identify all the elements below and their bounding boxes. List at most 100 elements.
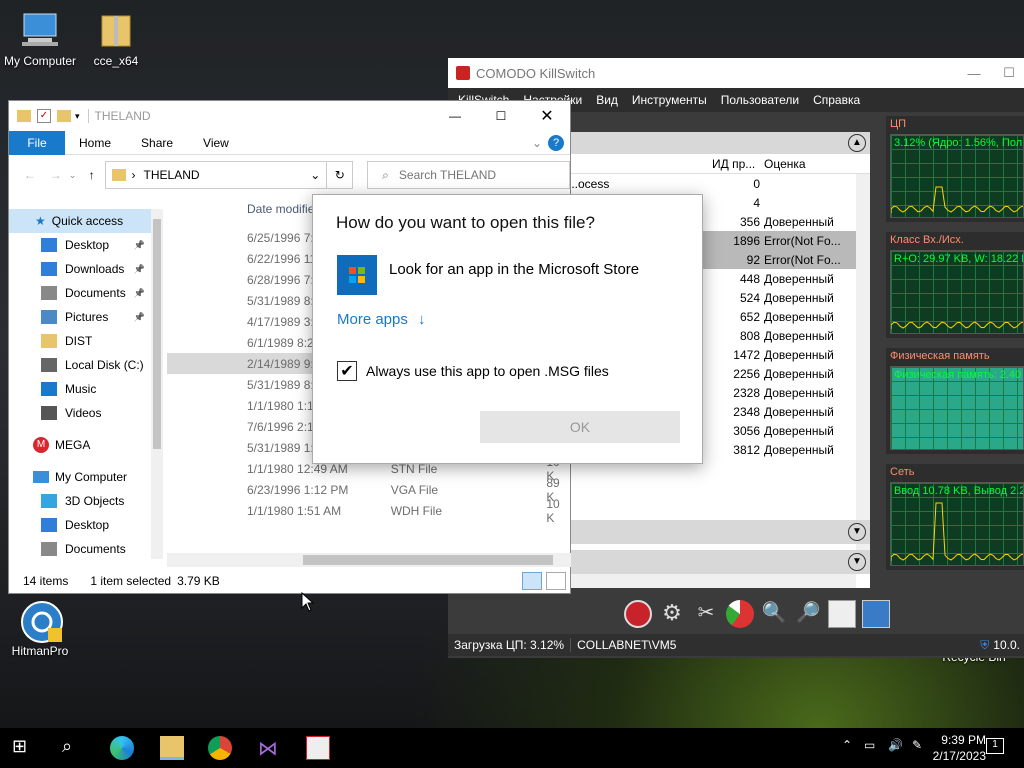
- chrome-icon[interactable]: [208, 736, 232, 760]
- store-option-label: Look for an app in the Microsoft Store: [389, 260, 640, 278]
- nav-item[interactable]: Videos: [9, 401, 163, 425]
- process-pid: 1896: [733, 233, 760, 248]
- new-folder-icon[interactable]: [57, 110, 71, 122]
- graph-body: Физическая память: 2.40: [890, 366, 1024, 450]
- process-rating: Доверенный: [764, 404, 834, 419]
- menu-tools[interactable]: Инструменты: [632, 93, 707, 107]
- minimize-button[interactable]: —: [432, 109, 478, 123]
- tab-home[interactable]: Home: [79, 136, 111, 150]
- properties-icon[interactable]: ✓: [37, 109, 51, 123]
- desktop-icon-my-computer[interactable]: My Computer: [0, 10, 80, 68]
- microsoft-store-icon: [337, 255, 377, 295]
- nav-mega[interactable]: M MEGA: [9, 433, 163, 457]
- search-icon[interactable]: ⌕: [62, 736, 86, 760]
- store-option[interactable]: Look for an app in the Microsoft Store: [337, 255, 639, 295]
- process-scrollbar[interactable]: [856, 174, 870, 574]
- desktop-icon-cce[interactable]: cce_x64: [76, 10, 156, 68]
- tab-share[interactable]: Share: [141, 136, 173, 150]
- search-box[interactable]: ⌕: [367, 161, 571, 189]
- collapse-down-icon[interactable]: ▼: [848, 523, 866, 541]
- gear-icon[interactable]: ⚙: [658, 600, 686, 628]
- file-hscroll[interactable]: [167, 553, 571, 567]
- always-use-checkbox-row[interactable]: ✔ Always use this app to open .MSG files: [337, 361, 609, 381]
- nav-item[interactable]: Music: [9, 377, 163, 401]
- details-view-icon[interactable]: [522, 572, 542, 590]
- tab-view[interactable]: View: [203, 136, 229, 150]
- comodo-killswitch-icon[interactable]: [306, 736, 330, 760]
- maximize-button[interactable]: ☐: [478, 109, 524, 123]
- desktop-icon-hitmanpro[interactable]: HitmanPro: [0, 600, 80, 658]
- up-icon[interactable]: ↑: [79, 168, 105, 182]
- pen-icon[interactable]: ✎: [912, 738, 922, 752]
- collapse-down-icon[interactable]: ▼: [848, 553, 866, 571]
- forward-icon[interactable]: →: [43, 168, 69, 182]
- address-bar[interactable]: › THELAND ⌄: [104, 161, 328, 189]
- ok-button[interactable]: OK: [480, 411, 680, 443]
- close-button[interactable]: ✕: [524, 106, 570, 126]
- process-rating: Доверенный: [764, 442, 834, 457]
- pin-icon[interactable]: 📌: [134, 312, 145, 323]
- dropdown-icon[interactable]: ⌄: [69, 170, 79, 181]
- explorer-statusbar: 14 items 1 item selected 3.79 KB: [9, 569, 570, 593]
- process-pid: 524: [739, 290, 760, 305]
- help-icon[interactable]: ?: [548, 134, 564, 151]
- qat-dropdown-icon[interactable]: ▾: [75, 111, 80, 122]
- always-use-checkbox[interactable]: ✔: [337, 361, 357, 381]
- nav-quick-access[interactable]: ★ Quick access: [9, 209, 163, 233]
- file-explorer-icon[interactable]: [160, 736, 184, 760]
- maximize-button[interactable]: ☐: [994, 65, 1024, 81]
- window-icon[interactable]: [828, 600, 856, 628]
- nav-item[interactable]: Pictures 📌: [9, 305, 163, 329]
- volume-icon[interactable]: 🔊: [888, 738, 903, 752]
- process-pid: 652: [739, 309, 760, 324]
- nav-item[interactable]: Desktop 📌: [9, 233, 163, 257]
- network-icon[interactable]: ▭: [864, 738, 875, 752]
- file-row[interactable]: 6/23/1996 1:12 PM VGA File 89 K: [167, 476, 571, 504]
- scan-icon[interactable]: 🔎: [794, 600, 822, 628]
- pin-icon[interactable]: 📌: [134, 264, 145, 275]
- start-button[interactable]: ⊞: [12, 736, 36, 760]
- graph-body: Ввод 10.78 KB, Вывод 2.2: [890, 482, 1024, 566]
- menu-help[interactable]: Справка: [813, 93, 860, 107]
- file-row[interactable]: 1/1/1980 1:51 AM WDH File 10 K: [167, 497, 571, 525]
- clock[interactable]: 9:39 PM 2/17/2023: [930, 732, 986, 764]
- nav-scrollbar[interactable]: [151, 209, 163, 559]
- nav-label: Documents: [65, 542, 126, 556]
- pin-icon[interactable]: 📌: [134, 240, 145, 251]
- menu-view[interactable]: Вид: [596, 93, 618, 107]
- tray-chevron-icon[interactable]: ⌃: [842, 738, 852, 752]
- minimize-button[interactable]: —: [954, 66, 994, 81]
- tab-file[interactable]: File: [9, 130, 65, 155]
- nav-item[interactable]: Desktop: [9, 513, 163, 537]
- column-rating[interactable]: Оценка: [764, 157, 806, 171]
- nav-item[interactable]: Downloads 📌: [9, 257, 163, 281]
- process-pid: 1472: [733, 347, 760, 362]
- graph-title: ЦП: [890, 118, 907, 130]
- back-icon[interactable]: ←: [17, 168, 43, 182]
- pin-icon[interactable]: 📌: [134, 288, 145, 299]
- chevron-down-icon[interactable]: ⌄: [310, 168, 320, 182]
- tools-icon[interactable]: ✂: [692, 600, 720, 628]
- refresh-button[interactable]: ↻: [327, 161, 354, 189]
- column-pid[interactable]: ИД пр...: [712, 157, 762, 171]
- edge-icon[interactable]: [110, 736, 134, 760]
- pie-chart-icon[interactable]: [726, 600, 754, 628]
- nav-item[interactable]: Local Disk (C:): [9, 353, 163, 377]
- nav-item[interactable]: 3D Objects: [9, 489, 163, 513]
- nav-item[interactable]: Documents 📌: [9, 281, 163, 305]
- nav-item[interactable]: Documents: [9, 537, 163, 561]
- search-input[interactable]: [398, 168, 549, 182]
- collapse-up-icon[interactable]: ▲: [848, 134, 866, 152]
- monitor-icon[interactable]: [862, 600, 890, 628]
- magnifier-icon[interactable]: 🔍: [760, 600, 788, 628]
- killswitch-icon[interactable]: [624, 600, 652, 628]
- more-apps-link[interactable]: More apps ↓: [337, 311, 426, 328]
- menu-users[interactable]: Пользователи: [721, 93, 799, 107]
- nav-my-computer[interactable]: My Computer: [9, 465, 163, 489]
- visual-studio-icon[interactable]: ⋈: [258, 736, 282, 760]
- notification-icon[interactable]: 1: [986, 738, 1004, 754]
- ribbon-expand-icon[interactable]: ⌄: [532, 136, 542, 150]
- large-icons-view-icon[interactable]: [546, 572, 566, 590]
- breadcrumb[interactable]: THELAND: [144, 168, 200, 182]
- nav-item[interactable]: DIST: [9, 329, 163, 353]
